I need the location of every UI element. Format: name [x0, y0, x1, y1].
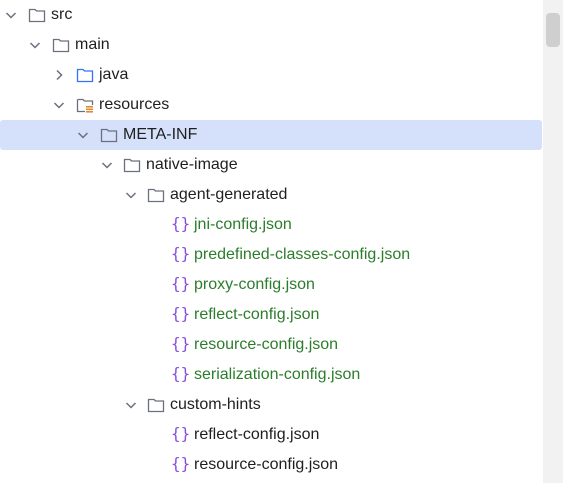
- tree-row-meta-inf[interactable]: META-INF: [0, 120, 542, 150]
- chevron-down-icon[interactable]: [27, 37, 43, 53]
- tree-row-file[interactable]: {} serialization-config.json: [0, 360, 543, 390]
- tree-label: src: [51, 6, 73, 23]
- tree-label: serialization-config.json: [194, 366, 361, 383]
- chevron-down-icon[interactable]: [123, 187, 139, 203]
- json-file-icon: {}: [171, 274, 191, 293]
- tree-label: predefined-classes-config.json: [194, 246, 411, 263]
- json-file-icon: {}: [171, 334, 191, 353]
- chevron-down-icon[interactable]: [99, 157, 115, 173]
- tree-row-file[interactable]: {} predefined-classes-config.json: [0, 240, 543, 270]
- json-file-icon: {}: [171, 304, 191, 323]
- vertical-scrollbar[interactable]: [543, 0, 563, 483]
- tree-row-file[interactable]: {} jni-config.json: [0, 210, 543, 240]
- tree-label: reflect-config.json: [194, 426, 320, 443]
- folder-icon: [52, 38, 70, 53]
- tree-row-file[interactable]: {} proxy-config.json: [0, 270, 543, 300]
- json-file-icon: {}: [171, 454, 191, 473]
- resources-folder-icon: [76, 98, 94, 113]
- tree-label: proxy-config.json: [194, 276, 315, 293]
- folder-icon: [147, 188, 165, 203]
- tree-row-main[interactable]: main: [0, 30, 543, 60]
- chevron-down-icon[interactable]: [123, 397, 139, 413]
- tree-label: META-INF: [123, 126, 198, 143]
- tree-label: java: [99, 66, 129, 83]
- tree-label: reflect-config.json: [194, 306, 320, 323]
- tree-label: resource-config.json: [194, 336, 339, 353]
- folder-icon: [28, 8, 46, 23]
- tree-label: native-image: [146, 156, 238, 173]
- chevron-right-icon[interactable]: [51, 67, 67, 83]
- chevron-down-icon[interactable]: [75, 127, 91, 143]
- folder-icon: [123, 158, 141, 173]
- tree-row-file[interactable]: {} resource-config.json: [0, 330, 543, 360]
- tree-row-file[interactable]: {} resource-config.json: [0, 450, 543, 480]
- tree-label: custom-hints: [170, 396, 261, 413]
- project-tree: src main java resources META-INF native-: [0, 0, 543, 483]
- tree-label: jni-config.json: [194, 216, 292, 233]
- tree-row-src[interactable]: src: [0, 0, 543, 30]
- tree-row-file[interactable]: {} reflect-config.json: [0, 300, 543, 330]
- json-file-icon: {}: [171, 424, 191, 443]
- tree-label: resources: [99, 96, 170, 113]
- source-folder-icon: [76, 68, 94, 83]
- tree-label: main: [75, 36, 110, 53]
- json-file-icon: {}: [171, 364, 191, 383]
- tree-label: resource-config.json: [194, 456, 339, 473]
- tree-row-native-image[interactable]: native-image: [0, 150, 543, 180]
- tree-row-java[interactable]: java: [0, 60, 543, 90]
- folder-icon: [147, 398, 165, 413]
- json-file-icon: {}: [171, 214, 191, 233]
- chevron-down-icon[interactable]: [51, 97, 67, 113]
- json-file-icon: {}: [171, 244, 191, 263]
- folder-icon: [100, 128, 118, 143]
- tree-label: agent-generated: [170, 186, 288, 203]
- tree-row-file[interactable]: {} reflect-config.json: [0, 420, 543, 450]
- tree-row-resources[interactable]: resources: [0, 90, 543, 120]
- chevron-down-icon[interactable]: [3, 7, 19, 23]
- tree-row-agent-generated[interactable]: agent-generated: [0, 180, 543, 210]
- scrollbar-thumb[interactable]: [546, 13, 560, 47]
- tree-row-custom-hints[interactable]: custom-hints: [0, 390, 543, 420]
